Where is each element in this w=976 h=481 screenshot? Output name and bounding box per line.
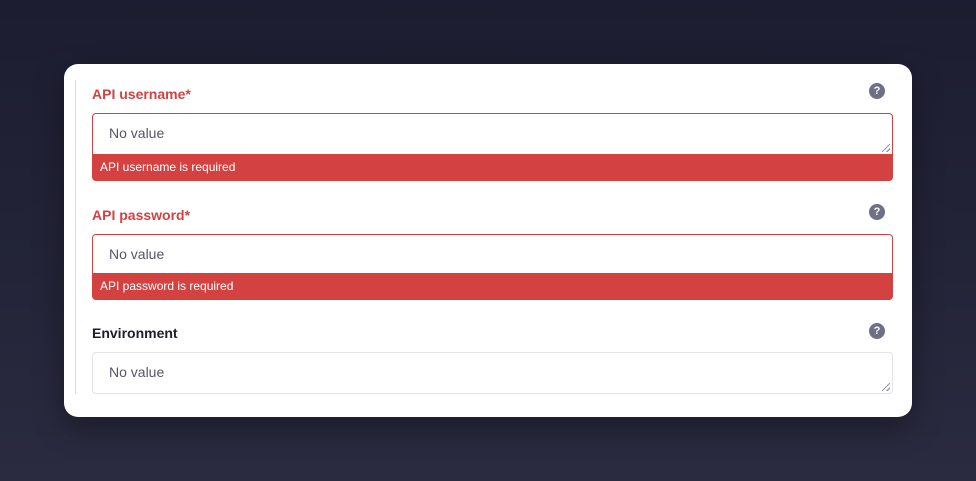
- api-username-error: API username is required: [92, 154, 893, 181]
- form-rail: [75, 80, 76, 394]
- field-environment: Environment ? No value: [92, 322, 893, 397]
- environment-value: No value: [109, 364, 165, 380]
- field-api-username: API username* ? No value API username is…: [92, 82, 893, 182]
- field-api-password: API password* ? No value API password is…: [92, 203, 893, 300]
- api-username-input[interactable]: No value: [92, 113, 893, 154]
- api-username-value: No value: [109, 125, 165, 141]
- help-icon[interactable]: ?: [869, 83, 885, 99]
- help-icon[interactable]: ?: [869, 323, 885, 339]
- api-password-input[interactable]: No value: [92, 234, 893, 273]
- resize-handle-icon[interactable]: [882, 144, 890, 152]
- environment-input[interactable]: No value: [92, 352, 893, 394]
- api-password-value: No value: [109, 246, 165, 262]
- api-password-error: API password is required: [92, 273, 893, 300]
- environment-label: Environment: [92, 325, 178, 341]
- api-password-label: API password*: [92, 207, 191, 223]
- help-icon[interactable]: ?: [869, 204, 885, 220]
- settings-card: API username* ? No value API username is…: [64, 64, 912, 417]
- resize-handle-icon[interactable]: [882, 383, 890, 391]
- api-username-label: API username*: [92, 86, 191, 102]
